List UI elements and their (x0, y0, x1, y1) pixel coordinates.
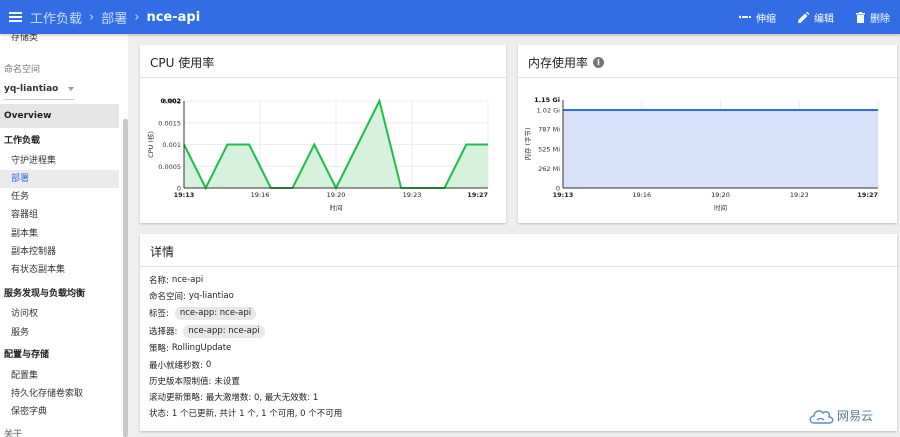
x-tick-label: 19:27 (857, 191, 878, 199)
y-tick-label: 0.0015 (158, 119, 181, 127)
x-tick-label: 19:13 (553, 191, 574, 199)
sidebar-item-daemonsets[interactable]: 守护进程集 (0, 152, 119, 170)
sidebar-header-discovery[interactable]: 服务发现与负载均衡 (0, 284, 119, 304)
details-title: 详情 (150, 245, 175, 259)
trash-icon (856, 11, 865, 23)
namespace-label: 命名空间 (4, 65, 41, 75)
scale-icon (739, 15, 751, 19)
x-tick-label: 19:16 (251, 191, 270, 199)
namespace-value: yq-liantiao (4, 84, 59, 94)
y-axis-label: 内存 (字节) (523, 127, 532, 160)
x-tick-label: 19:27 (467, 191, 488, 199)
detail-rolling-update: 滚动更新策略: 最大激增数: 0, 最大无效数: 1 (149, 393, 319, 403)
chevron-right-icon: › (89, 9, 95, 25)
detail-strategy: 策略: RollingUpdate (149, 343, 232, 354)
scale-button[interactable]: 伸缩 (739, 10, 776, 25)
x-axis-label: 时间 (714, 203, 727, 212)
sidebar-item-statefulsets[interactable]: 有状态副本集 (0, 261, 119, 279)
selector-chip: nce-app: nce-api (183, 324, 265, 338)
cpu-usage-card: CPU 使用率 0 0.0005 0.001 0.0015 0.002 0.002 19:1… (140, 45, 506, 223)
series-area (563, 109, 878, 188)
top-bar: 工作负载 › 部署 › nce-api 伸缩 编辑 删除 (0, 0, 900, 34)
sidebar: 存储类 命名空间 yq-liantiao Overview 工作负载 守护进程集… (0, 34, 128, 437)
chevron-right-icon: › (134, 9, 140, 25)
memory-usage-card: 内存使用率 i 0 262 Mi 525 Mi 787 Mi 1.02 Gi 1.15 G… (518, 45, 897, 223)
edit-label: 编辑 (814, 13, 834, 25)
watermark-text: 网易云 (837, 409, 874, 423)
divider (140, 266, 897, 267)
sidebar-item-pvc[interactable]: 持久化存储卷索取 (0, 385, 119, 403)
delete-label: 删除 (870, 13, 890, 25)
y-tick-label: 0.001 (162, 141, 181, 149)
cpu-chart: 00.00050.0010.00150.0020.00219:13 19:16 19… (146, 97, 489, 212)
y-tick-label: 262 Mi (538, 165, 560, 173)
sidebar-header-config[interactable]: 配置与存储 (0, 345, 119, 365)
sidebar-item-about[interactable]: 关于 (0, 425, 119, 437)
details-card: 详情 名称: nce-api 命名空间: yq-liantiao 标签: nce-ap… (140, 234, 897, 431)
sidebar-item-deployments[interactable]: 部署 (0, 170, 119, 188)
sidebar-scrollbar[interactable] (123, 119, 128, 437)
cloud-logo-icon (809, 410, 834, 424)
y-max-label: 0.002 (160, 97, 181, 105)
breadcrumb-deployments[interactable]: 部署 (101, 8, 127, 27)
y-max-label: 1.15 Gi (534, 96, 560, 104)
detail-labels: 标签: nce-app: nce-api (149, 306, 257, 320)
sidebar-item-storage-class[interactable]: 存储类 (0, 34, 119, 47)
namespace-select[interactable]: yq-liantiao (4, 81, 74, 97)
detail-name: 名称: nce-api (149, 275, 204, 286)
detail-namespace: 命名空间: yq-liantiao (149, 291, 234, 302)
delete-button[interactable]: 删除 (856, 10, 890, 25)
memory-chart: 0262 Mi525 Mi787 Mi1.02 Gi1.15 Gi19:13 19… (523, 96, 879, 212)
sidebar-header-workloads[interactable]: 工作负载 (0, 131, 119, 151)
x-tick-label: 19:23 (790, 191, 809, 199)
caret-down-icon (68, 87, 74, 91)
detail-selector: 选择器: nce-app: nce-api (149, 324, 265, 338)
sidebar-item-configmaps[interactable]: 配置集 (0, 367, 119, 385)
namespace-underline (4, 99, 74, 100)
x-tick-label: 19:13 (174, 191, 195, 199)
scale-label: 伸缩 (756, 13, 776, 25)
pencil-icon (798, 11, 809, 23)
y-tick-label: 1.02 Gi (537, 106, 561, 114)
sidebar-item-services[interactable]: 服务 (0, 324, 119, 342)
detail-status: 状态: 1 个已更新, 共计 1 个, 1 个可用, 0 个不可用 (149, 409, 343, 419)
sidebar-item-replication-controllers[interactable]: 副本控制器 (0, 243, 119, 261)
x-tick-label: 19:23 (403, 191, 422, 199)
sidebar-item-ingress[interactable]: 访问权 (0, 305, 119, 323)
menu-icon[interactable] (0, 0, 30, 34)
breadcrumb-current: nce-api (146, 9, 201, 25)
x-axis-label: 时间 (330, 203, 343, 212)
y-tick-label: 525 Mi (538, 145, 560, 153)
breadcrumb-workloads[interactable]: 工作负载 (30, 8, 82, 27)
label-chip: nce-app: nce-api (174, 306, 257, 320)
x-tick-label: 19:20 (327, 191, 346, 199)
x-tick-label: 19:16 (632, 191, 651, 199)
detail-min-ready: 最小就绪秒数: 0 (149, 360, 212, 371)
detail-revision-limit: 历史版本限制值: 未设置 (149, 377, 240, 387)
sidebar-item-overview[interactable]: Overview (0, 104, 119, 128)
sidebar-item-secrets[interactable]: 保密字典 (0, 403, 119, 421)
y-tick-label: 787 Mi (538, 126, 560, 134)
sidebar-item-pods[interactable]: 容器组 (0, 206, 119, 224)
sidebar-item-replicasets[interactable]: 副本集 (0, 225, 119, 243)
y-axis-label: CPU (核) (146, 131, 155, 158)
breadcrumb: 工作负载 › 部署 › nce-api (30, 8, 200, 27)
sidebar-item-jobs[interactable]: 任务 (0, 188, 119, 206)
x-tick-label: 19:20 (711, 191, 730, 199)
y-tick-label: 0.0005 (158, 163, 181, 171)
edit-button[interactable]: 编辑 (798, 10, 834, 25)
watermark: 网易云 (808, 407, 873, 424)
